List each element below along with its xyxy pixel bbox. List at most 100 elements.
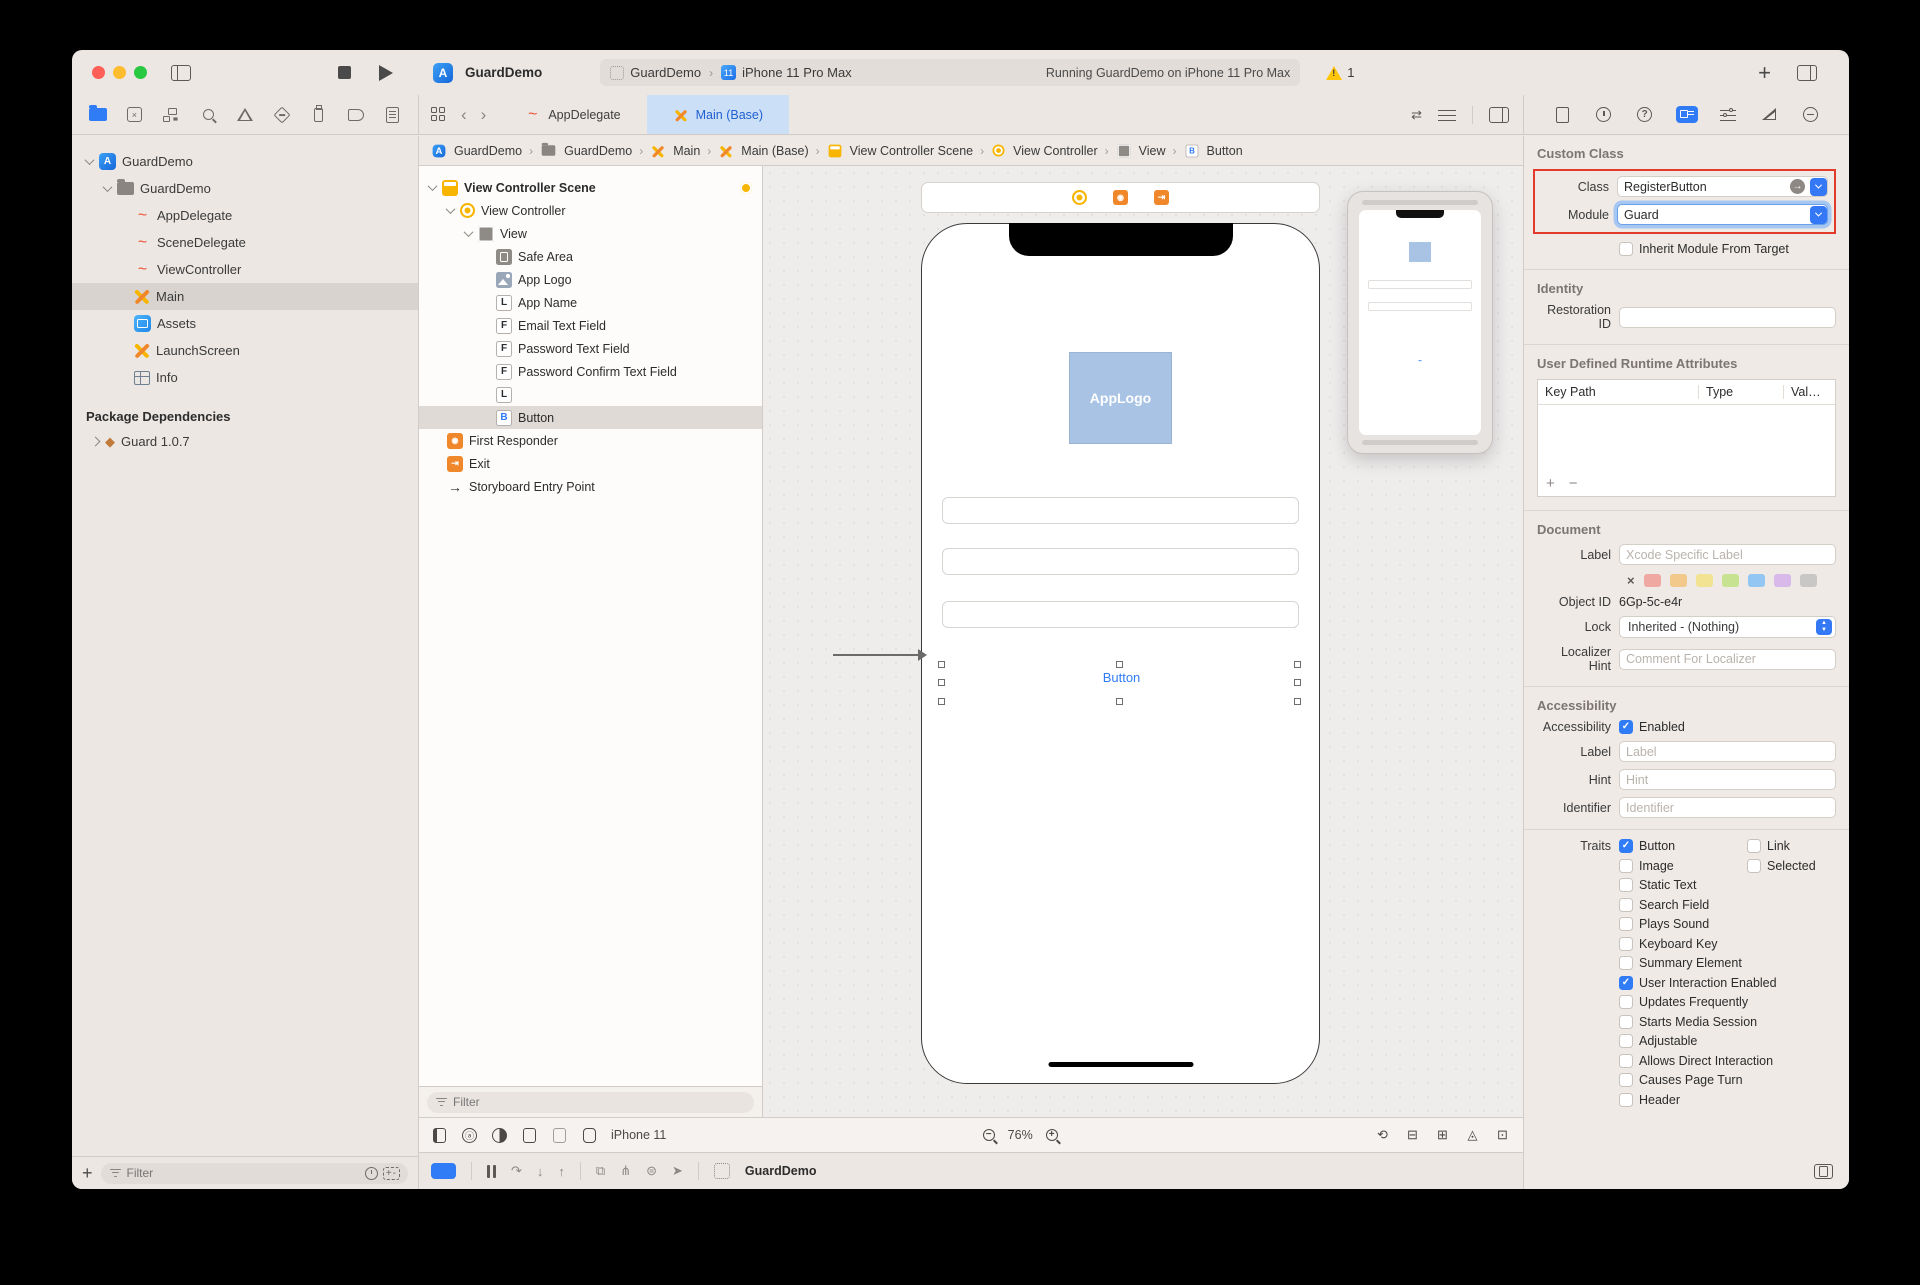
zoom-level[interactable]: 76% (1008, 1128, 1033, 1142)
pause-execution-icon[interactable] (487, 1165, 496, 1178)
breadcrumb-item[interactable]: Button (1207, 144, 1243, 158)
layout-variant-icon[interactable] (551, 1127, 568, 1144)
navigator-filter-input[interactable] (127, 1166, 360, 1180)
trait-checkbox[interactable]: ✓ (1747, 859, 1761, 873)
breadcrumb-item[interactable]: GuardDemo (454, 144, 522, 158)
document-label-input[interactable] (1619, 544, 1836, 565)
color-swatch[interactable] (1748, 574, 1765, 587)
run-destination[interactable]: iPhone 11 Pro Max (742, 65, 852, 80)
module-dropdown-icon[interactable] (1810, 206, 1827, 224)
app-logo-image-view[interactable]: AppLogo (1069, 352, 1172, 444)
breadcrumb-item[interactable]: View Controller (1013, 144, 1098, 158)
tab-appdelegate[interactable]: ~ AppDelegate (498, 95, 646, 134)
view-hierarchy-icon[interactable]: ⧉ (596, 1163, 605, 1179)
minimize-window-button[interactable] (113, 66, 126, 79)
breakpoints-toggle[interactable] (431, 1163, 456, 1179)
outline-filter-field[interactable] (427, 1092, 754, 1113)
environment-overrides-icon[interactable]: ⊜ (646, 1163, 657, 1179)
trait-checkbox[interactable]: ✓ (1619, 1034, 1633, 1048)
outline-row-password-field[interactable]: F Password Text Field (419, 337, 762, 360)
trait-checkbox-row[interactable]: ✓Link (1747, 839, 1790, 853)
outline-row-app-logo[interactable]: App Logo (419, 268, 762, 291)
trait-checkbox-row[interactable]: ✓Search Field (1619, 898, 1709, 912)
navigator-toggle-icon[interactable] (171, 65, 191, 81)
step-over-icon[interactable]: ↷ (511, 1163, 522, 1179)
color-swatch[interactable] (1800, 574, 1817, 587)
module-input[interactable] (1617, 204, 1828, 225)
trait-checkbox[interactable]: ✓ (1619, 1093, 1633, 1107)
password-text-field[interactable] (942, 548, 1299, 575)
outline-toggle-icon[interactable] (431, 1127, 448, 1144)
file-row-scenedelegate[interactable]: ~ SceneDelegate (72, 229, 418, 256)
device-bezels-toggle-icon[interactable] (1814, 1164, 1833, 1179)
test-navigator-tab[interactable] (272, 106, 291, 123)
storyboard-canvas[interactable]: ◉ ⇥ AppLogo Button (763, 166, 1523, 1117)
outline-row-entry-point[interactable]: → Storyboard Entry Point (419, 475, 762, 498)
simulate-location-icon[interactable]: ➤ (672, 1163, 683, 1179)
trait-checkbox[interactable]: ✓ (1619, 995, 1633, 1009)
trait-checkbox-row[interactable]: ✓Image (1619, 859, 1747, 873)
update-frames-icon[interactable]: ⟲ (1374, 1127, 1391, 1144)
outline-row-exit[interactable]: ⇥ Exit (419, 452, 762, 475)
memory-graph-icon[interactable]: ⋔ (620, 1163, 631, 1179)
close-window-button[interactable] (92, 66, 105, 79)
source-control-navigator-tab[interactable]: × (125, 106, 144, 123)
outline-row-email-field[interactable]: F Email Text Field (419, 314, 762, 337)
trait-checkbox-row[interactable]: ✓Button (1619, 839, 1747, 853)
trait-checkbox[interactable]: ✓ (1619, 956, 1633, 970)
trait-checkbox[interactable]: ✓ (1619, 937, 1633, 951)
trait-checkbox-row[interactable]: ✓Header (1619, 1093, 1680, 1107)
disclosure-chevron-icon[interactable] (103, 182, 113, 192)
add-editor-icon[interactable] (1489, 107, 1509, 123)
class-dropdown-icon[interactable] (1810, 178, 1827, 196)
history-inspector-tab[interactable] (1594, 106, 1614, 124)
clear-color-button[interactable]: × (1627, 573, 1635, 588)
outline-row-view-controller[interactable]: View Controller (419, 199, 762, 222)
trait-checkbox[interactable]: ✓ (1619, 976, 1633, 990)
color-swatch[interactable] (1670, 574, 1687, 587)
accessibility-enabled-row[interactable]: ✓ Enabled (1619, 720, 1685, 734)
trait-checkbox[interactable]: ✓ (1619, 898, 1633, 912)
step-into-icon[interactable]: ↓ (537, 1164, 544, 1179)
color-swatch[interactable] (1722, 574, 1739, 587)
project-row[interactable]: A GuardDemo (72, 148, 418, 175)
code-review-icon[interactable]: ⇄ (1411, 107, 1422, 123)
trait-checkbox-row[interactable]: ✓Causes Page Turn (1619, 1073, 1743, 1087)
file-row-viewcontroller[interactable]: ~ ViewController (72, 256, 418, 283)
trait-checkbox-row[interactable]: ✓Adjustable (1619, 1034, 1697, 1048)
project-navigator-tab[interactable] (88, 106, 107, 123)
symbol-navigator-tab[interactable] (162, 106, 181, 123)
inspector-toggle-icon[interactable] (1797, 65, 1817, 81)
trait-checkbox[interactable]: ✓ (1619, 839, 1633, 853)
file-row-main-selected[interactable]: Main (72, 283, 418, 310)
add-constraints-icon[interactable]: ⊞ (1434, 1127, 1451, 1144)
inherit-module-checkbox-row[interactable]: ✓ Inherit Module From Target (1619, 242, 1789, 256)
attributes-inspector-tab[interactable] (1718, 106, 1738, 124)
breadcrumb-item[interactable]: Main (Base) (741, 144, 808, 158)
add-attribute-button[interactable]: + (1546, 475, 1555, 492)
resolve-layout-icon[interactable]: ◬ (1464, 1127, 1481, 1144)
breadcrumb-item[interactable]: View Controller Scene (850, 144, 973, 158)
appearance-icon[interactable] (491, 1127, 508, 1144)
selection-handle[interactable] (1294, 679, 1301, 686)
issue-badge[interactable]: 1 (1326, 65, 1354, 80)
selection-handle[interactable] (1294, 661, 1301, 668)
breakpoint-navigator-tab[interactable] (346, 106, 365, 123)
device-icon[interactable] (581, 1127, 598, 1144)
trait-checkbox-row[interactable]: ✓Starts Media Session (1619, 1015, 1757, 1029)
outline-row-app-name[interactable]: L App Name (419, 291, 762, 314)
breadcrumb-item[interactable]: GuardDemo (564, 144, 632, 158)
forward-button[interactable]: › (481, 105, 487, 125)
run-button[interactable] (379, 65, 393, 81)
selection-handle[interactable] (938, 679, 945, 686)
outline-row-password-confirm-field[interactable]: F Password Confirm Text Field (419, 360, 762, 383)
zoom-out-button[interactable]: − (983, 1129, 995, 1141)
find-navigator-tab[interactable] (199, 106, 218, 123)
trait-checkbox[interactable]: ✓ (1619, 1073, 1633, 1087)
runtime-attributes-table[interactable]: Key Path Type Val… + − (1537, 379, 1836, 497)
file-row-appdelegate[interactable]: ~ AppDelegate (72, 202, 418, 229)
trait-checkbox-row[interactable]: ✓Selected (1747, 859, 1816, 873)
source-control-status-icon[interactable]: +- (383, 1167, 400, 1180)
localizer-hint-input[interactable] (1619, 649, 1836, 670)
file-row-assets[interactable]: Assets (72, 310, 418, 337)
